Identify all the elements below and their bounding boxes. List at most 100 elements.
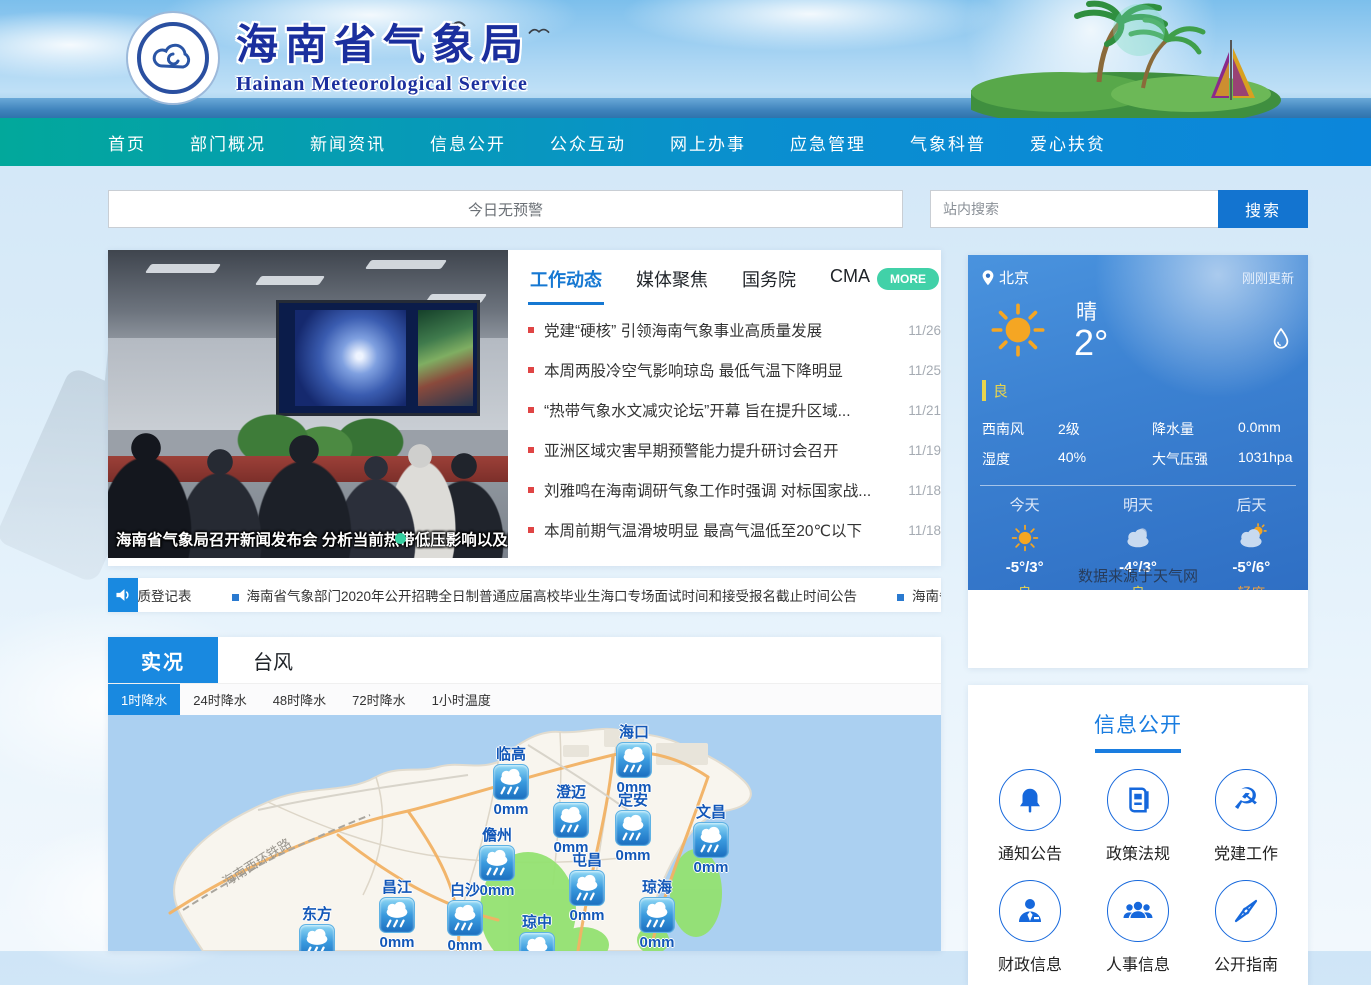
news-date: 11/21 (908, 403, 941, 418)
red-bullet-icon (528, 367, 534, 373)
satellite-image-2 (418, 310, 473, 407)
news-list-item[interactable]: 本周两股冷空气影响琼岛 最低气温下降明显 11/25 (528, 350, 941, 390)
map-station-haikou[interactable]: 海口 0mm (603, 725, 665, 796)
map-station-tunchang[interactable]: 屯昌 0mm (556, 853, 618, 924)
rain-icon (519, 932, 555, 951)
ticker-item[interactable]: 海南省有效期内防雷装置 (897, 585, 941, 605)
alert-text: 今日无预警 (468, 199, 543, 220)
news-list-item[interactable]: 本周前期气温滑坡明显 最高气温低至20℃以下 11/18 (528, 510, 941, 550)
map-station-qiongzhong[interactable]: 琼中 0mm (506, 915, 568, 951)
cloud-logo-icon (151, 42, 195, 74)
nav-item-online-services[interactable]: 网上办事 (670, 130, 746, 155)
news-list-item[interactable]: 党建“硬核” 引领海南气象事业高质量发展 11/26 (528, 310, 941, 350)
subtab-1h-temp[interactable]: 1小时温度 (419, 684, 504, 715)
info-item-party-building[interactable]: ☭ 党建工作 (1192, 769, 1300, 864)
rain-icon (479, 845, 515, 881)
hainan-map[interactable]: 海南西环铁路 海口 0mm 临高 0mm 澄迈 0mm (108, 715, 941, 951)
photo-caption[interactable]: 海南省气象局召开新闻发布会 分析当前热带低压影响以及前 (108, 528, 508, 550)
map-station-wenchang[interactable]: 文昌 0mm (680, 805, 742, 876)
people-icon (1122, 895, 1154, 927)
blue-bullet-icon (897, 594, 904, 601)
nav-item-about[interactable]: 部门概况 (190, 130, 266, 155)
weather-city[interactable]: 北京 (982, 267, 1029, 288)
news-tabs: 工作动态 媒体聚焦 国务院 CMA MORE (528, 258, 941, 304)
tab-state-council[interactable]: 国务院 (740, 258, 798, 302)
map-station-chengmai[interactable]: 澄迈 0mm (540, 785, 602, 856)
divider (980, 485, 1296, 486)
aqi-badge: 良 (982, 380, 1008, 401)
nav-item-home[interactable]: 首页 (108, 130, 146, 155)
map-station-dongfang[interactable]: 东方 0mm (286, 907, 348, 951)
red-bullet-icon (528, 327, 534, 333)
subtab-48h-rain[interactable]: 48时降水 (260, 684, 339, 715)
nav-item-emergency[interactable]: 应急管理 (790, 130, 866, 155)
rain-icon (447, 900, 483, 936)
weather-widget: 北京 刚刚更新 晴 2° (968, 255, 1308, 668)
info-item-notices[interactable]: 通知公告 (976, 769, 1084, 864)
subtab-72h-rain[interactable]: 72时降水 (339, 684, 418, 715)
news-list: 党建“硬核” 引领海南气象事业高质量发展 11/26 本周两股冷空气影响琼岛 最… (528, 310, 941, 550)
red-bullet-icon (528, 447, 534, 453)
rain-icon (615, 810, 651, 846)
news-date: 11/19 (908, 443, 941, 458)
weather-details: 西南风 2级 降水量 0.0mm 湿度 40% 大气压强 1031hpa (968, 405, 1308, 473)
detail-label: 西南风 (982, 419, 1058, 439)
nav-item-charity[interactable]: 爱心扶贫 (1030, 130, 1106, 155)
tab-work-dynamics[interactable]: 工作动态 (528, 258, 604, 305)
news-date: 11/18 (908, 523, 941, 538)
map-station-baisha[interactable]: 白沙 0mm (434, 883, 496, 951)
rain-icon (639, 897, 675, 933)
subtab-1h-rain[interactable]: 1时降水 (108, 684, 180, 715)
alert-banner[interactable]: 今日无预警 (108, 190, 903, 228)
more-button[interactable]: MORE (877, 268, 939, 290)
news-list-item[interactable]: 亚洲区域灾害早期预警能力提升研讨会召开 11/19 (528, 430, 941, 470)
satellite-image (295, 310, 406, 407)
info-item-finance[interactable]: 财政信息 (976, 880, 1084, 975)
weather-updated[interactable]: 刚刚更新 (1242, 268, 1294, 287)
ticker-track: 资质登记表 海南省气象部门2020年公开招聘全日制普通应届高校毕业生海口专场面试… (124, 585, 941, 605)
news-date: 11/26 (908, 323, 941, 338)
live-subtabs: 1时降水 24时降水 48时降水 72时降水 1小时温度 (108, 683, 941, 715)
photo-light (255, 276, 325, 285)
speaker-icon (115, 587, 131, 603)
news-list-item[interactable]: 刘雅鸣在海南调研气象工作时强调 对标国家战... 11/18 (528, 470, 941, 510)
carousel-dot[interactable] (395, 533, 406, 544)
rain-icon (299, 924, 335, 951)
search-button[interactable]: 搜索 (1218, 190, 1308, 228)
weather-sky: 北京 刚刚更新 晴 2° (968, 255, 1308, 590)
tab-live-conditions[interactable]: 实况 (108, 637, 218, 683)
tropical-island-art (971, 0, 1371, 118)
map-station-lingao[interactable]: 临高 0mm (480, 747, 542, 818)
tab-media-focus[interactable]: 媒体聚焦 (634, 258, 710, 302)
party-emblem-icon: ☭ (1233, 785, 1260, 815)
logo-ring (137, 22, 209, 94)
nav-item-news[interactable]: 新闻资讯 (310, 130, 386, 155)
main-nav: 首页 部门概况 新闻资讯 信息公开 公众互动 网上办事 应急管理 气象科普 爱心… (0, 118, 1371, 166)
detail-value: 0.0mm (1238, 419, 1308, 439)
rain-icon (553, 802, 589, 838)
news-carousel-photo[interactable]: 海南省气象局召开新闻发布会 分析当前热带低压影响以及前 (108, 250, 508, 558)
news-list-item[interactable]: “热带气象水文减灾论坛”开幕 旨在提升区域... 11/21 (528, 390, 941, 430)
water-drop-icon[interactable] (1272, 328, 1290, 350)
rain-icon (379, 897, 415, 933)
info-item-guide[interactable]: 公开指南 (1192, 880, 1300, 975)
ticker-item[interactable]: 海南省气象部门2020年公开招聘全日制普通应届高校毕业生海口专场面试时间和接受报… (232, 585, 858, 605)
rain-icon (569, 870, 605, 906)
detail-value: 1031hpa (1238, 449, 1308, 469)
nav-item-science[interactable]: 气象科普 (910, 130, 986, 155)
nav-item-disclosure[interactable]: 信息公开 (430, 130, 506, 155)
news-date: 11/18 (908, 483, 941, 498)
nav-item-interaction[interactable]: 公众互动 (550, 130, 626, 155)
speaker-button[interactable] (108, 578, 138, 612)
subtab-24h-rain[interactable]: 24时降水 (180, 684, 259, 715)
map-station-changjiang[interactable]: 昌江 0mm (366, 880, 428, 951)
info-item-policies[interactable]: 政策法规 (1084, 769, 1192, 864)
tab-typhoon[interactable]: 台风 (218, 637, 328, 683)
rain-icon (693, 822, 729, 858)
map-station-qionghai[interactable]: 琼海 0mm (626, 880, 688, 951)
info-item-hr[interactable]: 人事信息 (1084, 880, 1192, 975)
search-input[interactable] (930, 190, 1218, 228)
site-logo[interactable] (126, 11, 220, 105)
info-title: 信息公开 (968, 685, 1308, 739)
tab-cma[interactable]: CMA (828, 258, 872, 297)
